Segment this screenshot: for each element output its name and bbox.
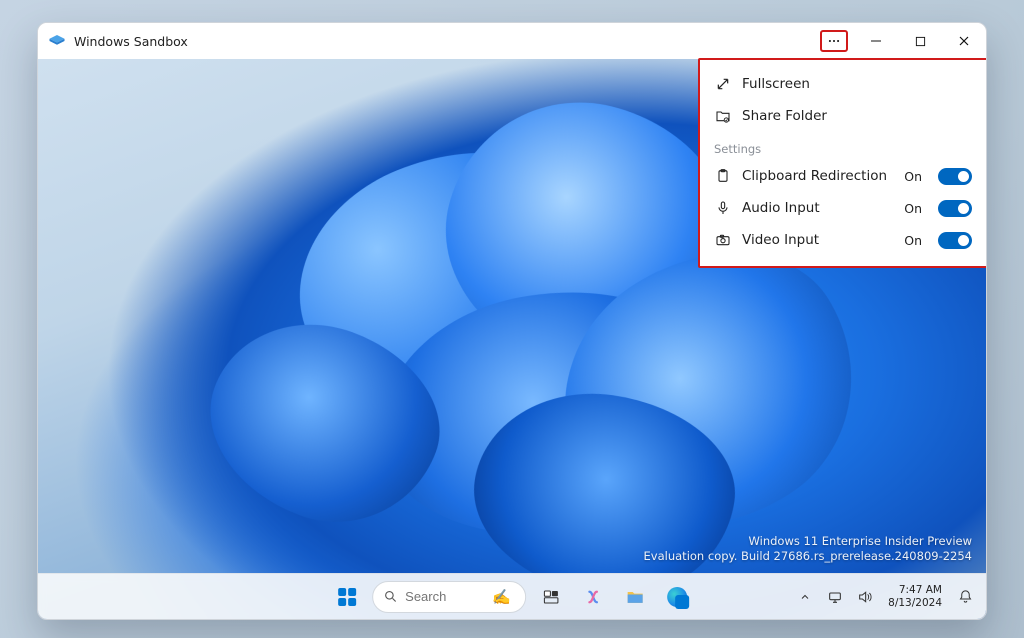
menu-video-toggle[interactable] [938,232,972,249]
taskbar-search-input[interactable] [405,589,485,604]
tray-network-icon[interactable] [822,580,848,614]
camera-icon [714,231,732,249]
tray-date: 8/13/2024 [888,597,942,609]
menu-audio-label: Audio Input [742,200,894,216]
maximize-button[interactable] [898,23,942,59]
start-icon [338,588,356,606]
menu-fullscreen[interactable]: Fullscreen [710,68,976,100]
tray-notifications-icon[interactable] [952,580,978,614]
tray-clock[interactable]: 7:47 AM 8/13/2024 [882,584,948,608]
menu-audio-row[interactable]: Audio Input On [710,192,976,224]
copilot-button[interactable] [576,580,610,614]
task-view-button[interactable] [534,580,568,614]
microphone-icon [714,199,732,217]
menu-video-label: Video Input [742,232,894,248]
file-explorer-button[interactable] [618,580,652,614]
tray-chevron-icon[interactable] [792,580,818,614]
menu-audio-state: On [904,201,922,216]
close-button[interactable] [942,23,986,59]
tray-time: 7:47 AM [888,584,942,596]
more-options-button[interactable] [820,30,848,52]
menu-clipboard-row[interactable]: Clipboard Redirection On [710,160,976,192]
share-folder-icon [714,107,732,125]
menu-share-folder[interactable]: Share Folder [710,100,976,132]
menu-video-row[interactable]: Video Input On [710,224,976,256]
sandbox-window: Windows Sandbox Fullscreen [37,22,987,620]
tray-volume-icon[interactable] [852,580,878,614]
system-tray: 7:47 AM 8/13/2024 [792,580,978,614]
clipboard-icon [714,167,732,185]
menu-audio-toggle[interactable] [938,200,972,217]
start-button[interactable] [330,580,364,614]
taskbar: ✍️ [38,573,986,619]
activation-watermark: Windows 11 Enterprise Insider Preview Ev… [644,534,972,565]
menu-settings-header: Settings [710,132,976,160]
titlebar[interactable]: Windows Sandbox Fullscreen [38,23,986,59]
watermark-line-2: Evaluation copy. Build 27686.rs_prerelea… [644,549,972,565]
edge-icon-small [667,587,687,607]
fullscreen-icon [714,75,732,93]
menu-video-state: On [904,233,922,248]
taskbar-search[interactable]: ✍️ [372,581,526,613]
minimize-button[interactable] [854,23,898,59]
window-controls [854,23,986,59]
watermark-line-1: Windows 11 Enterprise Insider Preview [644,534,972,550]
menu-fullscreen-label: Fullscreen [742,76,972,92]
menu-share-folder-label: Share Folder [742,108,972,124]
search-icon [383,589,398,604]
menu-clipboard-label: Clipboard Redirection [742,168,894,184]
search-highlight-icon: ✍️ [492,588,511,606]
menu-clipboard-state: On [904,169,922,184]
window-title: Windows Sandbox [74,34,188,49]
edge-button[interactable] [660,580,694,614]
app-icon [48,32,66,50]
more-options-menu: Fullscreen Share Folder Settings Clipboa… [698,58,987,268]
menu-clipboard-toggle[interactable] [938,168,972,185]
